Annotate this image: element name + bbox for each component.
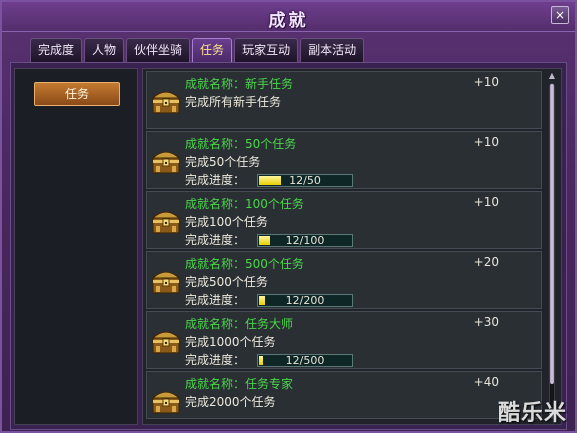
achievement-name: 成就名称：新手任务 bbox=[185, 77, 294, 91]
achievement-points: +30 bbox=[473, 315, 499, 329]
achievement-window: 成就 × 完成度 人物 伙伴坐骑 任务 玩家互动 副本活动 任务 成就名称：新手… bbox=[0, 0, 577, 433]
achievement-description: 完成50个任务 bbox=[185, 155, 261, 169]
scroll-track[interactable] bbox=[549, 83, 555, 409]
achievement-name: 成就名称：50个任务 bbox=[185, 137, 297, 151]
tab-partner-mount[interactable]: 伙伴坐骑 bbox=[126, 38, 191, 62]
title-bar[interactable]: 成就 × bbox=[2, 2, 575, 32]
achievement-points: +10 bbox=[473, 195, 499, 209]
achievement-list: 成就名称：新手任务 +10 完成所有新手任务成就名称：50个任务 +10 完成50个任务… bbox=[142, 68, 562, 425]
progress-text: 12/100 bbox=[285, 234, 325, 247]
progress-text: 12/500 bbox=[285, 354, 325, 367]
tab-character[interactable]: 人物 bbox=[84, 38, 125, 62]
achievement-name: 成就名称：任务专家 bbox=[185, 377, 294, 391]
achievement-row[interactable]: 成就名称：任务大师 +30 完成1000个任务 完成进度： 12/500 bbox=[146, 311, 542, 369]
progress-label: 完成进度： bbox=[185, 353, 246, 367]
tab-dungeon-event[interactable]: 副本活动 bbox=[300, 38, 365, 62]
achievement-name: 成就名称：任务大师 bbox=[185, 317, 294, 331]
treasure-chest-icon bbox=[151, 206, 181, 236]
achievement-row[interactable]: 成就名称：100个任务 +10 完成100个任务 完成进度： 12/100 bbox=[146, 191, 542, 249]
treasure-chest-icon bbox=[151, 146, 181, 176]
progress-bar: 12/100 bbox=[257, 234, 353, 247]
scrollbar[interactable]: ▲ ▼ bbox=[546, 71, 558, 421]
close-button[interactable]: × bbox=[551, 6, 569, 24]
progress-text: 12/50 bbox=[289, 174, 321, 187]
progress-bar: 12/50 bbox=[257, 174, 353, 187]
scroll-thumb[interactable] bbox=[550, 84, 554, 384]
treasure-chest-icon bbox=[151, 326, 181, 356]
achievement-points: +40 bbox=[473, 375, 499, 389]
watermark: 酷乐米 bbox=[497, 401, 567, 426]
achievement-row[interactable]: 成就名称：500个任务 +20 完成500个任务 完成进度： 12/200 bbox=[146, 251, 542, 309]
achievement-description: 完成100个任务 bbox=[185, 215, 268, 229]
tab-quest[interactable]: 任务 bbox=[192, 38, 233, 62]
tab-bar: 完成度 人物 伙伴坐骑 任务 玩家互动 副本活动 bbox=[30, 38, 365, 62]
category-panel: 任务 bbox=[14, 68, 138, 425]
tab-completion[interactable]: 完成度 bbox=[30, 38, 83, 62]
achievement-description: 完成所有新手任务 bbox=[185, 95, 282, 109]
progress-label: 完成进度： bbox=[185, 293, 246, 307]
tab-player-interaction[interactable]: 玩家互动 bbox=[234, 38, 299, 62]
achievement-name: 成就名称：500个任务 bbox=[185, 257, 304, 271]
progress-label: 完成进度： bbox=[185, 233, 246, 247]
window-title: 成就 bbox=[268, 11, 309, 31]
scroll-up-icon[interactable]: ▲ bbox=[546, 71, 558, 81]
progress-bar: 12/200 bbox=[257, 294, 353, 307]
achievement-points: +10 bbox=[473, 135, 499, 149]
treasure-chest-icon bbox=[151, 266, 181, 296]
achievement-description: 完成1000个任务 bbox=[185, 335, 276, 349]
achievement-row[interactable]: 成就名称：50个任务 +10 完成50个任务 完成进度： 12/50 bbox=[146, 131, 542, 189]
achievement-points: +10 bbox=[473, 75, 499, 89]
achievement-points: +20 bbox=[473, 255, 499, 269]
progress-text: 12/200 bbox=[285, 294, 325, 307]
achievement-description: 完成2000个任务 bbox=[185, 395, 276, 409]
treasure-chest-icon bbox=[151, 386, 181, 416]
category-button-quest[interactable]: 任务 bbox=[34, 82, 120, 106]
progress-label: 完成进度： bbox=[185, 173, 246, 187]
achievement-name: 成就名称：100个任务 bbox=[185, 197, 304, 211]
treasure-chest-icon bbox=[151, 86, 181, 116]
achievement-description: 完成500个任务 bbox=[185, 275, 268, 289]
progress-bar: 12/500 bbox=[257, 354, 353, 367]
achievement-row[interactable]: 成就名称：新手任务 +10 完成所有新手任务 bbox=[146, 71, 542, 129]
achievement-row[interactable]: 成就名称：任务专家 +40 完成2000个任务 bbox=[146, 371, 542, 419]
